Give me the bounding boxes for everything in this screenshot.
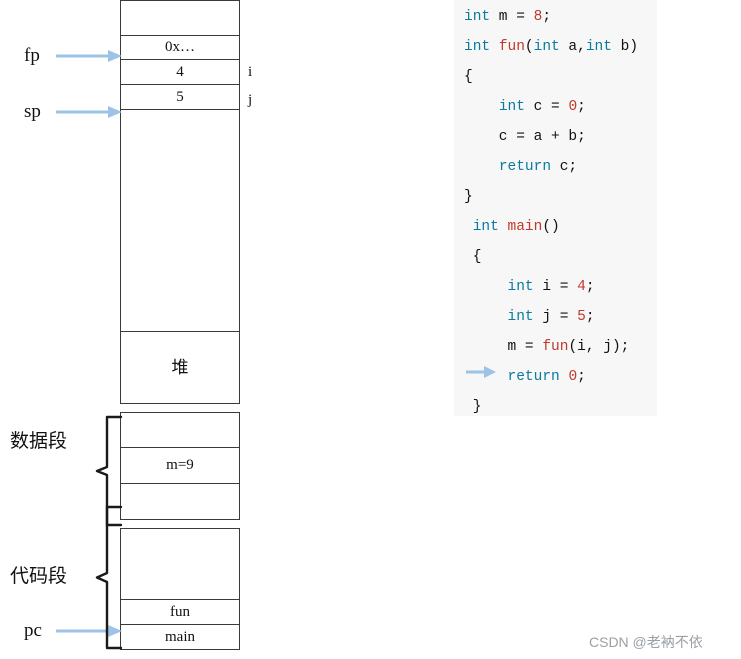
code-line-7: } bbox=[454, 182, 657, 212]
watermark: CSDN @老衲不依 bbox=[589, 632, 703, 652]
code-panel: int m = 8; int fun(int a,int b) { int c … bbox=[454, 0, 657, 416]
code-token: 4 bbox=[577, 279, 586, 295]
label-sp: sp bbox=[24, 101, 41, 122]
code-token: int bbox=[533, 39, 560, 55]
code-token: ; bbox=[577, 99, 586, 115]
code-line-11: int j = 5; bbox=[454, 302, 657, 332]
code-token: () bbox=[542, 219, 560, 235]
code-token: i bbox=[533, 279, 560, 295]
memory-column: 0x… 4 5 堆 m=9 fun main bbox=[120, 0, 240, 650]
code-segment-cell-1 bbox=[120, 528, 240, 600]
code-token: int bbox=[585, 39, 612, 55]
code-token: ; bbox=[542, 9, 552, 25]
label-variable-j: j bbox=[248, 92, 253, 108]
code-token: (i, j); bbox=[568, 339, 630, 355]
code-token: int bbox=[464, 39, 499, 55]
label-fp: fp bbox=[24, 45, 40, 66]
watermark-brand: CSDN bbox=[589, 634, 629, 650]
code-segment-cell-fun: fun bbox=[120, 600, 240, 625]
label-data-segment: 数据段 bbox=[10, 431, 68, 452]
code-segment-brace-icon bbox=[95, 505, 123, 650]
segment-gap-1 bbox=[120, 404, 240, 412]
diagram-canvas: 0x… 4 5 堆 m=9 fun main fp sp pc i j 数据段 … bbox=[0, 0, 741, 659]
code-segment-cell-main: main bbox=[120, 625, 240, 650]
code-line-6: return c; bbox=[454, 152, 657, 182]
code-line-14: } bbox=[454, 392, 657, 422]
code-line-3: { bbox=[454, 62, 657, 92]
code-token: fun bbox=[498, 39, 525, 55]
data-segment-cell-1 bbox=[120, 412, 240, 448]
code-token: ; bbox=[585, 309, 595, 325]
label-code-segment: 代码段 bbox=[10, 566, 68, 587]
watermark-user: @老衲不依 bbox=[628, 634, 703, 650]
label-variable-i: i bbox=[248, 64, 253, 80]
code-token: = bbox=[551, 99, 560, 115]
code-token: int bbox=[507, 279, 534, 295]
code-line-12: m = fun(i, j); bbox=[454, 332, 657, 362]
code-token: 0 bbox=[568, 99, 578, 115]
code-token: } bbox=[464, 399, 482, 415]
code-token: m = bbox=[464, 339, 543, 355]
code-token: { bbox=[464, 69, 473, 85]
code-token: ; bbox=[585, 279, 595, 295]
heap-cell: 堆 bbox=[120, 332, 240, 404]
code-token: c bbox=[524, 99, 552, 115]
stack-cell-i: 4 bbox=[120, 60, 240, 85]
code-token: b) bbox=[611, 39, 639, 55]
code-token: = bbox=[516, 9, 525, 25]
code-line-1: int m = 8; bbox=[454, 2, 657, 32]
current-line-arrow-icon bbox=[466, 366, 496, 378]
code-token: main bbox=[507, 219, 543, 235]
code-line-4: int c = 0; bbox=[454, 92, 657, 122]
code-token: { bbox=[464, 249, 482, 265]
code-line-2: int fun(int a,int b) bbox=[454, 32, 657, 62]
data-segment-cell-3 bbox=[120, 484, 240, 520]
stack-cell-j: 5 bbox=[120, 85, 240, 110]
fp-arrow-icon bbox=[56, 50, 122, 62]
code-token: j bbox=[533, 309, 560, 325]
stack-cell-saved-fp: 0x… bbox=[120, 36, 240, 60]
code-token: return bbox=[507, 369, 560, 385]
stack-cell-empty-top bbox=[120, 0, 240, 36]
code-token: int bbox=[464, 9, 491, 25]
code-token: fun bbox=[542, 339, 569, 355]
code-token: m bbox=[490, 9, 517, 25]
code-line-5: c = a + b; bbox=[454, 122, 657, 152]
code-token: a, bbox=[559, 39, 586, 55]
code-token: return bbox=[498, 159, 552, 175]
code-token: ( bbox=[524, 39, 534, 55]
code-token: ; bbox=[577, 369, 586, 385]
data-segment-cell-m: m=9 bbox=[120, 448, 240, 484]
code-token: } bbox=[464, 189, 473, 205]
code-token: 0 bbox=[568, 369, 578, 385]
code-token: int bbox=[472, 219, 508, 235]
code-line-10: int i = 4; bbox=[454, 272, 657, 302]
code-token: c = a + b; bbox=[464, 129, 586, 145]
code-line-8: int main() bbox=[454, 212, 657, 242]
stack-cell-free-space bbox=[120, 110, 240, 332]
code-token: int bbox=[498, 99, 525, 115]
code-token: 5 bbox=[577, 309, 586, 325]
label-pc: pc bbox=[24, 620, 42, 641]
code-line-9: { bbox=[454, 242, 657, 272]
segment-gap-2 bbox=[120, 520, 240, 528]
code-token: int bbox=[507, 309, 534, 325]
code-token: c; bbox=[551, 159, 578, 175]
sp-arrow-icon bbox=[56, 106, 122, 118]
